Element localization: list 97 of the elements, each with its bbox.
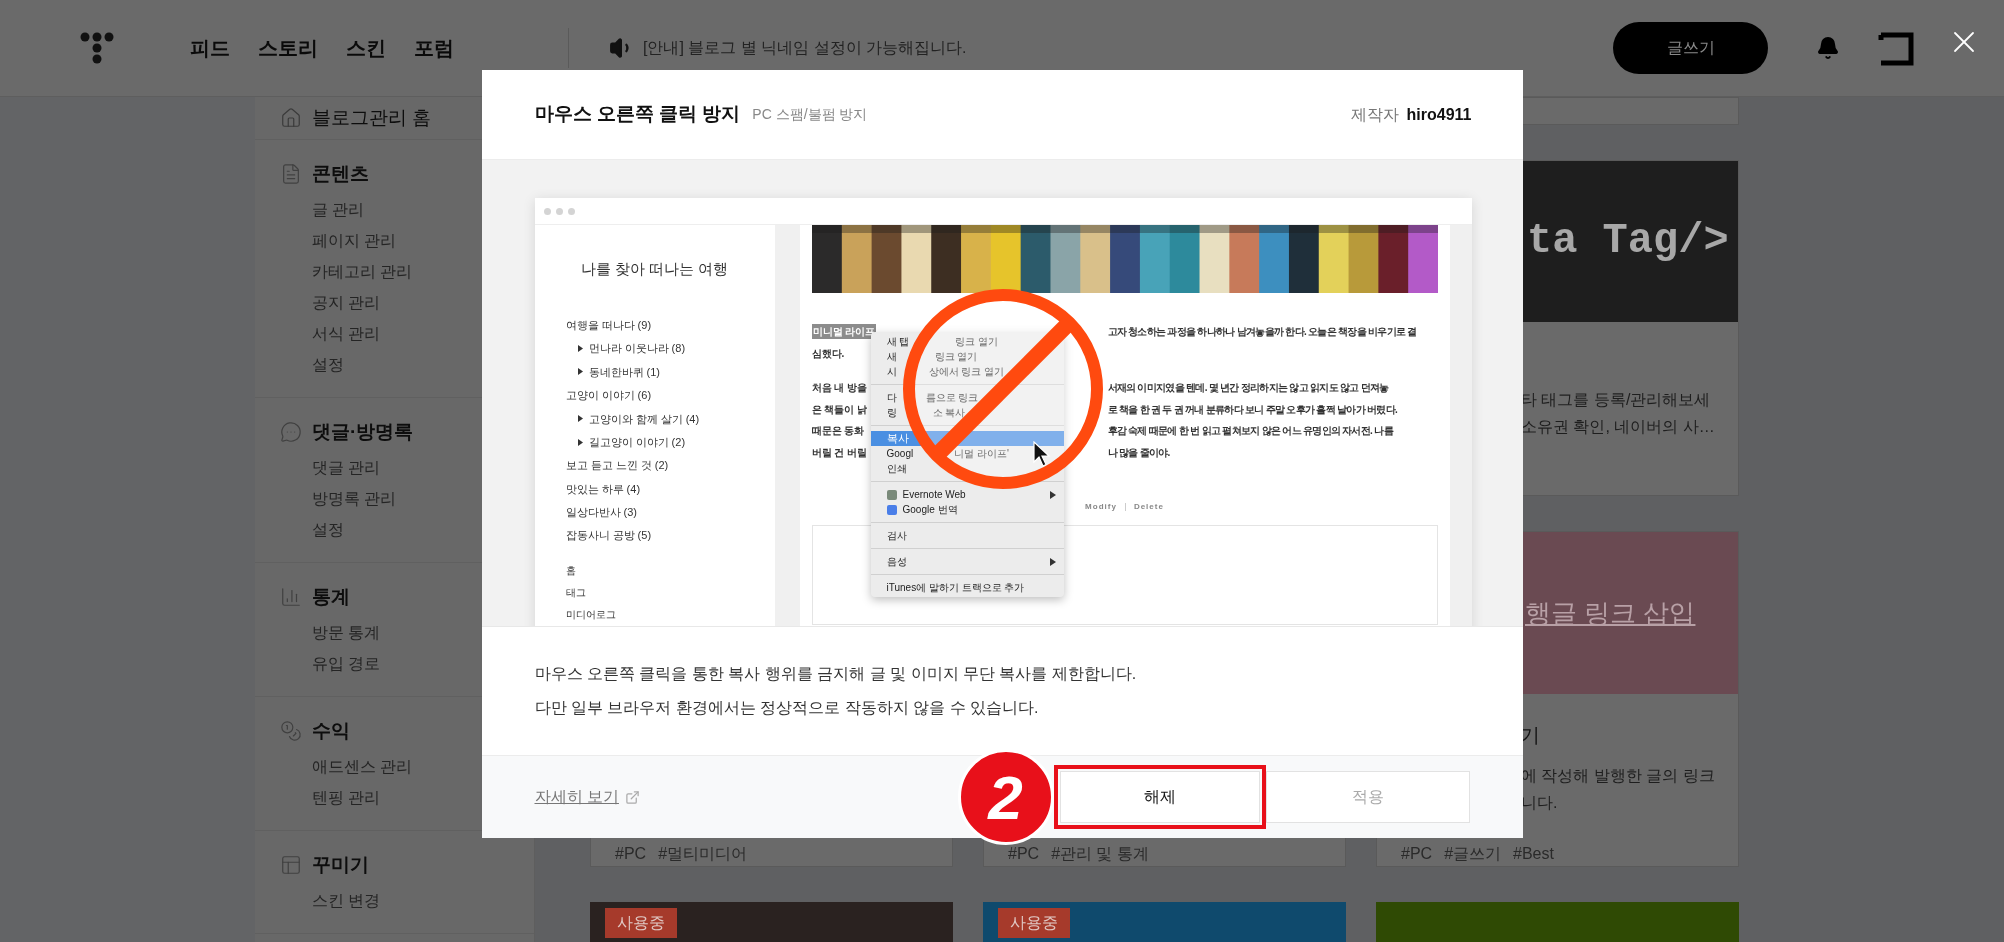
category-link[interactable]: 보고 듣고 느낀 것 (2) xyxy=(565,457,669,474)
bullet-icon xyxy=(577,368,583,376)
category-link[interactable]: 여행을 떠나다 (9) xyxy=(565,316,652,334)
post-text: 처음 내 방을 xyxy=(811,381,868,396)
menu-item-text[interactable]: 소 복사 xyxy=(932,405,966,420)
menu-item-text[interactable]: 상에서 링크 열기 xyxy=(928,364,1005,379)
sidebar-item[interactable]: 블로그관리 홈 xyxy=(312,103,432,133)
menu-item-text[interactable]: 링크 열기 xyxy=(934,349,978,364)
blog-title: 나를 찾아 떠나는 여행 xyxy=(579,259,730,279)
theme-card[interactable]: 사용중 xyxy=(590,902,953,942)
coins-icon xyxy=(280,720,302,742)
category-link[interactable]: 동네한바퀴 (1) xyxy=(588,363,660,381)
bell-icon[interactable] xyxy=(1816,36,1840,60)
category-link[interactable]: 잡동사니 공방 (5) xyxy=(565,527,652,544)
nav-link[interactable]: 피드 xyxy=(190,33,230,63)
menu-item-text[interactable]: 링크 열기 xyxy=(955,334,999,349)
author-label: 제작자 xyxy=(1350,104,1399,125)
menu-item-text[interactable]: 링 xyxy=(886,405,897,420)
bullet-icon xyxy=(577,345,583,353)
description-text: 마우스 오른쪽 클릭을 통한 복사 행위를 금지해 글 및 이미지 무단 복사를 제한합니다. xyxy=(534,664,1138,684)
tag-label[interactable]: #Best xyxy=(1513,842,1554,866)
post-text: 미니멀 라이프 xyxy=(811,324,877,340)
category-link[interactable]: 고양이 이야기 (6) xyxy=(565,387,652,404)
home-icon xyxy=(280,107,302,129)
section-heading: 수익 xyxy=(312,718,350,743)
section-heading: 콘텐츠 xyxy=(312,161,369,186)
profile-icon[interactable] xyxy=(1878,30,1914,66)
notice-text[interactable]: [안내] 블로그 별 닉네임 설정이 가능해집니다. xyxy=(643,36,967,60)
sidebar-item[interactable]: 스킨 변경 xyxy=(255,885,534,916)
dialog-title: 마우스 오른쪽 클릭 방지 xyxy=(534,102,741,127)
in-use-badge: 사용중 xyxy=(605,908,677,938)
tag-label[interactable]: #PC xyxy=(1401,842,1433,866)
in-use-badge: 사용중 xyxy=(998,908,1070,938)
nav-link[interactable]: 포럼 xyxy=(414,33,454,63)
menu-item-text[interactable]: 새 xyxy=(886,349,897,364)
menu-item-text[interactable]: iTunes에 말하기 트랙으로 추가 xyxy=(886,580,1025,595)
card-description: 니다. xyxy=(1521,793,1559,813)
author-name: hiro4911 xyxy=(1406,104,1472,125)
menu-item-text[interactable]: 검사 xyxy=(886,528,907,543)
blog-nav-link[interactable]: 태그 xyxy=(565,585,775,608)
chat-bubble-icon xyxy=(280,421,302,443)
cursor-icon xyxy=(1032,441,1051,467)
tag-label[interactable]: #관리 및 통계 xyxy=(1051,842,1149,866)
post-action-link[interactable]: Delete xyxy=(1133,501,1164,513)
category-link[interactable]: 맛있는 하루 (4) xyxy=(565,480,641,498)
theme-card[interactable]: 사용중 xyxy=(983,902,1346,942)
menu-item-text[interactable]: 름으로 링크 xyxy=(925,390,979,405)
translate-icon xyxy=(886,504,897,515)
menu-item-text[interactable]: 시 xyxy=(886,364,897,379)
menu-item-text[interactable]: Googl xyxy=(886,446,914,461)
details-link[interactable]: 자세히 보기 xyxy=(534,785,619,809)
section-heading: 댓글·방명록 xyxy=(312,419,414,444)
bullet-icon xyxy=(577,438,583,446)
card-description: 소유권 확인, 네이버의 사… xyxy=(1521,417,1716,437)
menu-item-text[interactable]: 음성 xyxy=(886,554,907,569)
menu-item-text[interactable]: 새 탭 xyxy=(886,334,910,349)
tag-label[interactable]: #PC xyxy=(1008,842,1040,866)
tag-label[interactable]: #글쓰기 xyxy=(1444,842,1502,866)
dialog-subtitle: PC 스팸/불펌 방지 xyxy=(752,105,868,124)
tag-label[interactable]: #멀티미디어 xyxy=(658,842,748,866)
external-link-icon xyxy=(624,789,640,805)
blog-nav-link[interactable]: 미디어로그 xyxy=(565,607,775,626)
document-icon xyxy=(280,163,302,185)
banner-text: ta Tag/> xyxy=(1527,216,1729,267)
menu-item-text[interactable]: 복사 xyxy=(886,430,909,447)
menu-item-text[interactable]: 니멀 라이프' xyxy=(954,446,1009,461)
step-marker: 2 xyxy=(957,749,1054,845)
elephant-icon xyxy=(886,489,897,500)
category-link[interactable]: 길고양이 이야기 (2) xyxy=(588,433,686,451)
section-heading: 꾸미기 xyxy=(312,852,369,877)
post-text: 나 많을 줄이야. xyxy=(1107,445,1170,460)
nav-link[interactable]: 스토리 xyxy=(258,33,318,63)
post-text: 심했다. xyxy=(811,346,845,361)
card-title: 기 xyxy=(1519,723,1541,748)
blog-nav-link[interactable]: 홈 xyxy=(565,563,775,586)
bullet-icon xyxy=(577,415,583,423)
category-link[interactable]: 고양이와 함께 살기 (4) xyxy=(588,410,700,427)
description-text: 다만 일부 브라우저 환경에서는 정상적으로 작동하지 않을 수 있습니다. xyxy=(534,698,1040,718)
layout-icon xyxy=(280,854,302,876)
bar-chart-icon xyxy=(280,586,302,608)
post-text: 때문은 동화 xyxy=(811,424,865,439)
release-button[interactable]: 해제 xyxy=(1059,771,1260,823)
section-heading: 통계 xyxy=(312,584,350,609)
menu-item-text[interactable]: Google 번역 xyxy=(902,502,958,517)
nav-link[interactable]: 스킨 xyxy=(346,33,386,63)
menu-item-text[interactable]: 다 xyxy=(886,390,897,405)
tag-label[interactable]: #PC xyxy=(615,842,647,866)
write-button[interactable]: 글쓰기 xyxy=(1613,22,1768,74)
logo-icon[interactable] xyxy=(80,32,114,64)
banner-text: 행글 링크 삽입 xyxy=(1525,596,1696,630)
post-action-link[interactable]: Modify xyxy=(1085,501,1117,513)
post-text: 버릴 건 버릴 xyxy=(811,445,868,460)
category-link[interactable]: 먼나라 이웃나라 (8) xyxy=(588,340,686,357)
menu-item-text[interactable]: Evernote Web xyxy=(902,487,966,502)
post-text: 은 책들이 낡 xyxy=(811,402,868,417)
menu-item-text[interactable]: 인쇄 xyxy=(886,461,907,476)
category-link[interactable]: 일상다반사 (3) xyxy=(565,504,637,521)
